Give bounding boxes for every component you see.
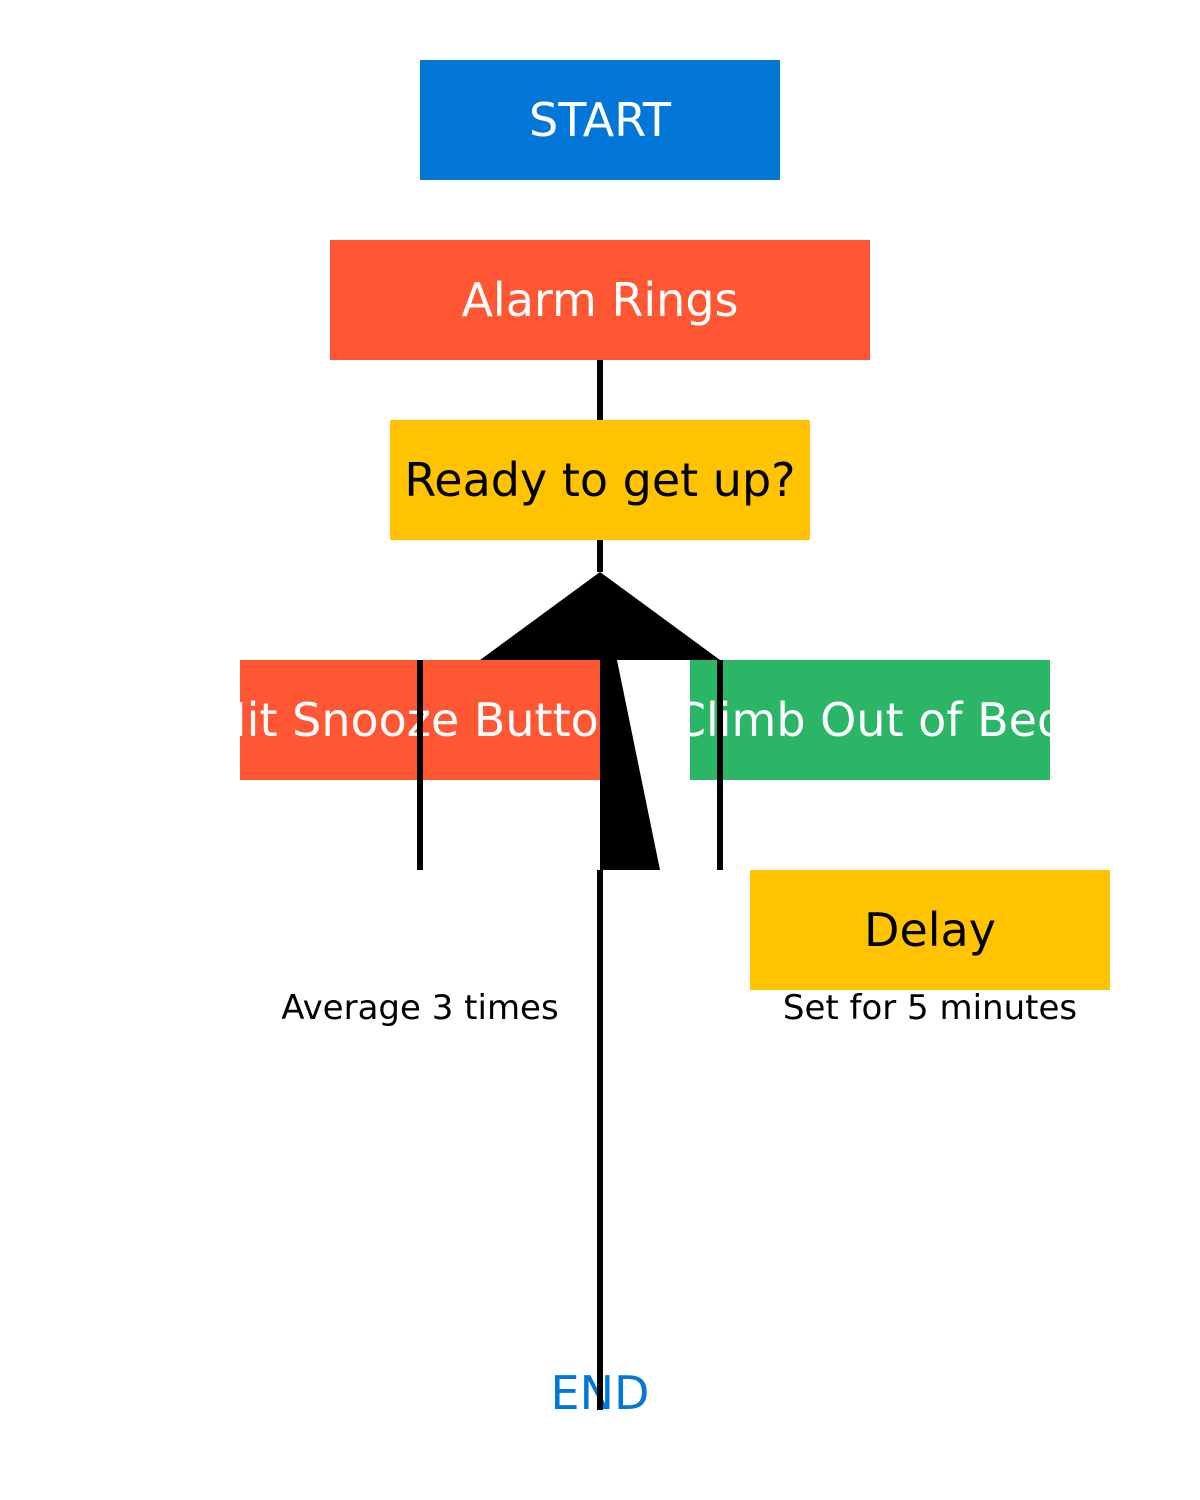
branch-arrowhead — [480, 572, 720, 660]
flowchart-canvas: START Alarm Rings Ready to get up? Hit S… — [0, 0, 1200, 1500]
connector-lines — [417, 360, 723, 1410]
branch-wedge — [600, 660, 660, 870]
